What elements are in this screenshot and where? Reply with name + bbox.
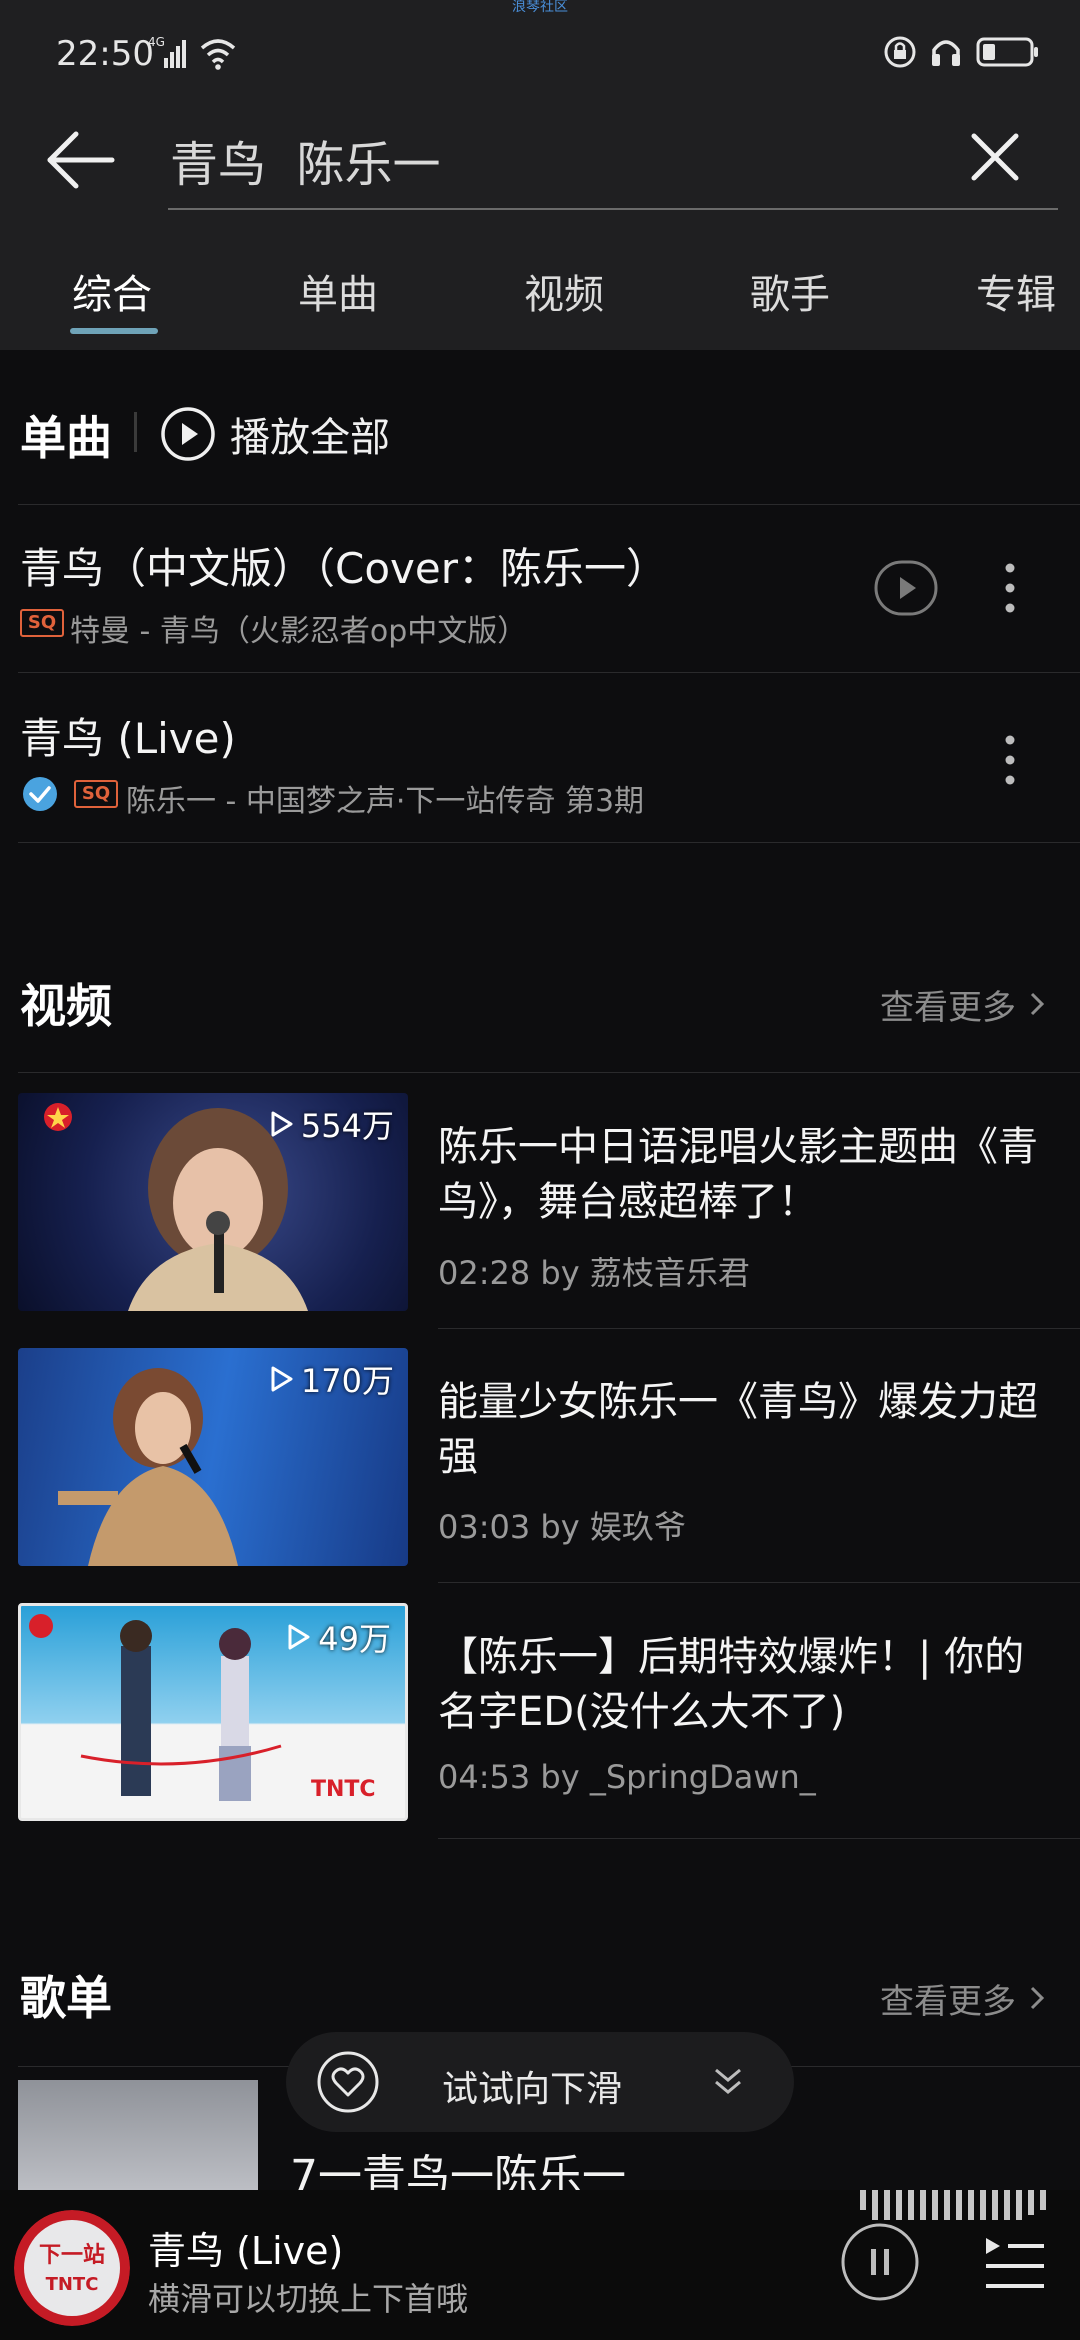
search-underline <box>168 208 1058 210</box>
mini-player[interactable]: 下一站 TNTC 青鸟 (Live) 横滑可以切换上下首哦 <box>0 2190 1080 2340</box>
title-separator <box>134 412 137 452</box>
play-triangle-icon <box>271 1111 293 1137</box>
sq-quality-badge: SQ <box>20 609 64 637</box>
chevron-right-icon <box>1030 992 1044 1016</box>
now-playing-cover: 下一站 TNTC <box>14 2210 130 2326</box>
rotation-lock-icon <box>884 36 916 68</box>
playlist-queue-button[interactable] <box>980 2230 1050 2300</box>
svg-text:下一站: 下一站 <box>39 2243 105 2268</box>
play-triangle-icon <box>271 1366 293 1392</box>
queue-list-icon <box>986 2238 1044 2288</box>
video-thumbnail: 554万 <box>18 1093 408 1311</box>
video-meta: 04:53 by _SpringDawn_ <box>438 1758 816 1796</box>
playlist-cover[interactable] <box>18 2080 258 2190</box>
more-options-button[interactable] <box>990 730 1030 790</box>
favorite-button[interactable] <box>316 2050 380 2114</box>
clear-search-button[interactable] <box>960 122 1030 192</box>
active-tab-indicator <box>70 328 158 334</box>
result-tabs: 综合 单曲 视频 歌手 专辑 <box>0 262 1080 332</box>
play-all-label: 播放全部 <box>230 415 390 461</box>
view-count-value: 49万 <box>318 1620 391 1658</box>
tab-albums[interactable]: 专辑 <box>976 262 1056 320</box>
song-subtitle: 特曼 - 青鸟（火影忍者op中文版） <box>70 614 528 649</box>
swipe-hint-label: 试试向下滑 <box>442 2069 623 2110</box>
tab-all[interactable]: 综合 <box>72 262 152 320</box>
divider <box>438 1838 1080 1839</box>
double-chevron-down-icon <box>706 2060 750 2104</box>
tab-songs[interactable]: 单曲 <box>298 262 378 320</box>
more-options-button[interactable] <box>990 558 1030 618</box>
tab-artists[interactable]: 歌手 <box>750 262 830 320</box>
svg-text:TNTC: TNTC <box>46 2274 99 2295</box>
video-meta: 02:28 by 荔枝音乐君 <box>438 1254 750 1292</box>
back-button[interactable] <box>40 120 130 200</box>
view-count: 554万 <box>269 1101 394 1147</box>
more-vertical-icon <box>1005 563 1015 613</box>
divider <box>18 672 1080 673</box>
playlists-see-more-link[interactable]: 查看更多 <box>880 1974 1047 2023</box>
video-title: 陈乐一中日语混唱火影主题曲《青鸟》，舞台感超棒了！ <box>438 1124 1038 1225</box>
search-input[interactable] <box>170 120 940 200</box>
close-icon <box>971 133 1019 181</box>
videos-see-more-link[interactable]: 查看更多 <box>880 980 1047 1029</box>
svg-text:TNTC: TNTC <box>311 1777 376 1802</box>
divider <box>18 842 1080 843</box>
sq-quality-badge: SQ <box>74 780 118 808</box>
wifi-icon <box>200 39 236 70</box>
see-more-label: 查看更多 <box>880 1982 1016 2022</box>
view-count: 49万 <box>286 1614 391 1660</box>
song-title: 青鸟 (Live) <box>20 714 236 763</box>
pause-button[interactable] <box>840 2222 920 2302</box>
video-meta: 03:03 by 娱玖爷 <box>438 1508 686 1546</box>
now-playing-title: 青鸟 (Live) <box>148 2229 344 2273</box>
header: 浪琴社区 22:50 4G 青鸟 陈乐一 综合 单曲 视频 歌手 专辑 <box>0 0 1080 350</box>
video-play-icon <box>874 560 938 616</box>
status-icons <box>884 34 1040 70</box>
divider <box>18 504 1080 505</box>
view-count-value: 170万 <box>300 1362 394 1400</box>
divider <box>438 1328 1080 1329</box>
top-banner-text: 浪琴社区 <box>512 0 568 15</box>
songs-section-title: 单曲 <box>20 411 112 465</box>
more-vertical-icon <box>1005 735 1015 785</box>
divider <box>438 1582 1080 1583</box>
video-thumbnail: TNTC 49万 <box>18 1603 408 1821</box>
mv-play-button[interactable] <box>874 560 938 616</box>
play-all-button[interactable]: 播放全部 <box>160 405 390 463</box>
view-count: 170万 <box>269 1356 394 1402</box>
network-type-label: 4G <box>148 35 165 49</box>
song-title: 青鸟（中文版）（Cover：陈乐一） <box>20 544 668 593</box>
view-count-value: 554万 <box>300 1107 394 1145</box>
divider <box>18 1072 1080 1073</box>
chevron-right-icon <box>1030 1986 1044 2010</box>
headphones-icon <box>932 40 960 66</box>
song-subtitle: 陈乐一 - 中国梦之声·下一站传奇 第3期 <box>126 784 645 819</box>
play-triangle-icon <box>288 1624 310 1650</box>
video-title: 【陈乐一】后期特效爆炸！| 你的名字ED(没什么大不了) <box>438 1634 1025 1735</box>
network-status: 4G <box>148 34 238 78</box>
status-time: 22:50 <box>56 34 154 74</box>
heart-icon <box>317 2051 379 2113</box>
play-circle-icon <box>161 407 215 461</box>
see-more-label: 查看更多 <box>880 988 1016 1028</box>
playlists-section-title: 歌单 <box>20 1971 112 2025</box>
verified-check-icon <box>22 776 58 812</box>
arrow-left-icon <box>47 131 115 189</box>
video-thumbnail: 170万 <box>18 1348 408 1566</box>
videos-section-title: 视频 <box>20 979 112 1033</box>
tab-videos[interactable]: 视频 <box>524 262 604 320</box>
video-title: 能量少女陈乐一《青鸟》爆发力超强 <box>438 1379 1038 1480</box>
battery-icon <box>976 37 1038 67</box>
now-playing-subtitle: 横滑可以切换上下首哦 <box>148 2280 469 2318</box>
pause-icon <box>841 2223 919 2301</box>
swipe-hint-bar[interactable]: 试试向下滑 <box>286 2032 794 2132</box>
signal-icon <box>164 58 168 68</box>
